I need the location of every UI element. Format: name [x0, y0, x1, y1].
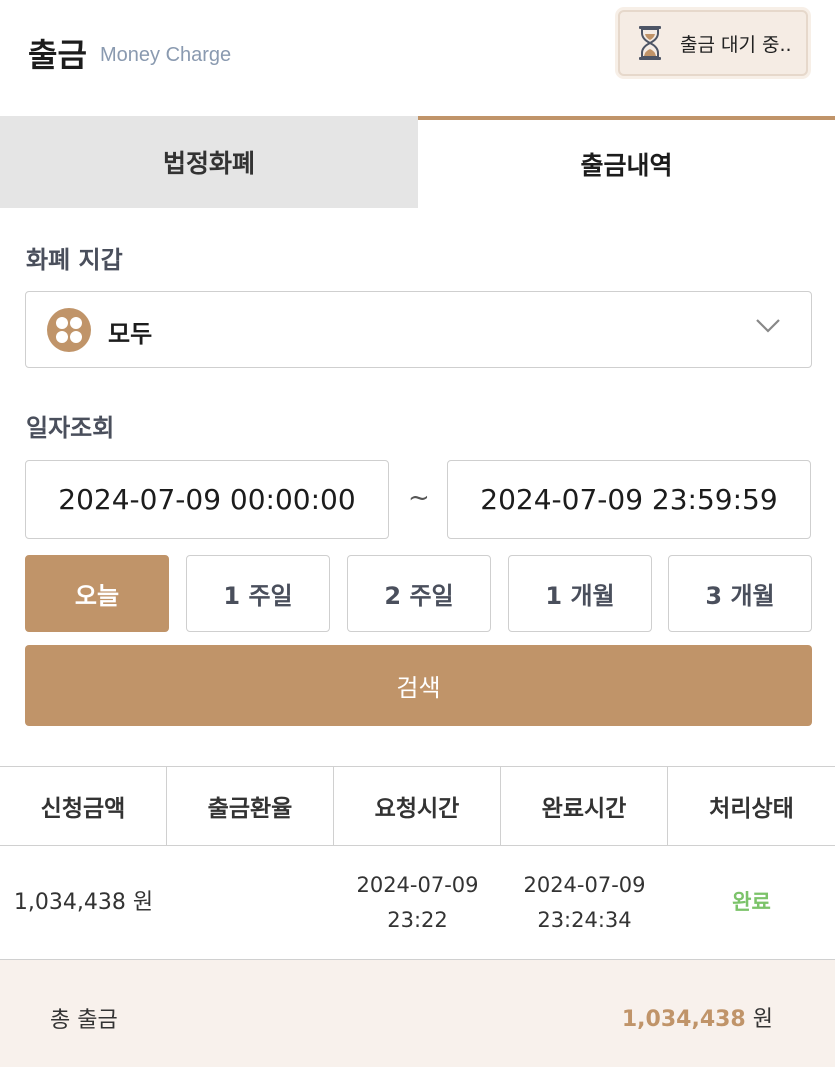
header-status: 처리상태 — [709, 796, 794, 822]
start-date-input[interactable]: 2024-07-09 00:00:00 — [25, 460, 389, 539]
wallet-section-label: 화폐 지갑 — [26, 246, 123, 274]
total-value: 1,034,438 원 — [622, 1001, 773, 1033]
total-bar: 총 출금 1,034,438 원 — [0, 960, 835, 1067]
withdraw-page: 출금 Money Charge 출금 대기 중.. 법정화폐 출금내역 화폐 지… — [0, 0, 835, 1067]
header-complete-time: 완료시간 — [501, 767, 668, 845]
table-header: 신청금액 출금환율 요청시간 완료시간 처리상태 — [0, 766, 835, 846]
pending-withdrawal-button[interactable]: 출금 대기 중.. — [618, 10, 808, 76]
total-unit: 원 — [752, 1007, 773, 1032]
table-row: 1,034,438 원 2024-07-09 23:22 2024-07-09 … — [0, 846, 835, 960]
cell-complete-time: 2024-07-09 23:24:34 — [501, 846, 668, 959]
cell-amount: 1,034,438 원 — [13, 890, 154, 915]
wallet-selected-value: 모두 — [108, 320, 153, 348]
pending-withdrawal-label: 출금 대기 중.. — [680, 33, 792, 56]
period-2weeks-button[interactable]: 2 주일 — [347, 555, 491, 632]
date-separator: ~ — [408, 483, 430, 513]
page-title: 출금 — [28, 36, 87, 74]
request-date: 2024-07-09 — [356, 872, 479, 897]
tab-withdrawal-history[interactable]: 출금내역 — [418, 116, 835, 208]
withdrawal-table: 신청금액 출금환율 요청시간 완료시간 처리상태 1,034,438 원 202… — [0, 766, 835, 960]
cell-rate — [167, 846, 334, 959]
page-subtitle: Money Charge — [100, 44, 232, 66]
total-label: 총 출금 — [50, 1008, 118, 1033]
period-3months-button[interactable]: 3 개월 — [668, 555, 812, 632]
period-1month-button[interactable]: 1 개월 — [508, 555, 652, 632]
hourglass-icon — [639, 26, 661, 60]
header: 출금 Money Charge 출금 대기 중.. — [0, 0, 835, 116]
complete-date: 2024-07-09 — [523, 872, 646, 897]
search-button[interactable]: 검색 — [25, 645, 812, 726]
chevron-down-icon — [756, 319, 780, 333]
cell-request-time: 2024-07-09 23:22 — [334, 846, 501, 959]
period-today-button[interactable]: 오늘 — [25, 555, 169, 632]
status-badge: 완료 — [732, 890, 771, 914]
date-section-label: 일자조회 — [26, 414, 115, 442]
request-clock: 23:22 — [387, 907, 448, 932]
coins-icon — [47, 308, 91, 352]
end-date-input[interactable]: 2024-07-09 23:59:59 — [447, 460, 811, 539]
header-request-time: 요청시간 — [334, 767, 501, 845]
wallet-select[interactable]: 모두 — [25, 291, 812, 368]
tab-fiat[interactable]: 법정화폐 — [0, 116, 418, 208]
tab-bar: 법정화폐 출금내역 — [0, 116, 835, 208]
total-amount: 1,034,438 — [621, 1007, 746, 1032]
header-request-amount: 신청금액 — [0, 767, 167, 845]
period-1week-button[interactable]: 1 주일 — [186, 555, 330, 632]
complete-clock: 23:24:34 — [537, 907, 632, 932]
header-exchange-rate: 출금환율 — [167, 767, 334, 845]
